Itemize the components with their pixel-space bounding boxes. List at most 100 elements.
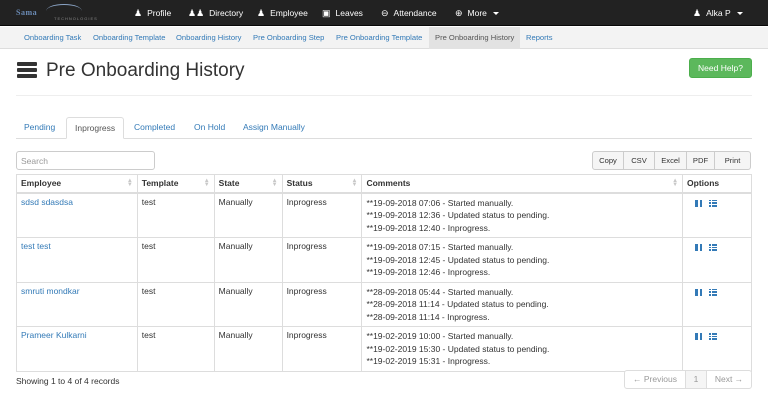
need-help-button[interactable]: Need Help? [689, 58, 752, 78]
column-header-employee[interactable]: Employee ▲ ▼ [16, 174, 138, 194]
state-cell: Manually [213, 326, 283, 372]
tabs-divider [16, 138, 752, 139]
comment-line: **28-09-2018 05:44 - Started manually. [366, 286, 514, 297]
options-cell [682, 192, 752, 238]
state-cell: Manually [213, 281, 283, 327]
page-number-button[interactable]: 1 [685, 370, 707, 389]
column-header-label: Employee [21, 178, 62, 189]
tab-assign-manually[interactable]: Assign Manually [243, 117, 305, 139]
nav-attendance[interactable]: ⊖ Attendance [381, 0, 437, 26]
top-navbar: Sama TECHNOLOGIES ♟ Profile ♟♟ Directory… [0, 0, 768, 26]
comment-line: **19-02-2019 15:31 - Inprogress. [366, 356, 491, 366]
export-button-group: Copy CSV Excel PDF Print [592, 151, 751, 170]
sort-icon: ▲ ▼ [126, 178, 133, 188]
subnav-onboarding-template[interactable]: Onboarding Template [93, 27, 165, 49]
brand-subtext: TECHNOLOGIES [54, 16, 98, 21]
records-info: Showing 1 to 4 of 4 records [16, 376, 120, 386]
subnav-pre-onboarding-template[interactable]: Pre Onboarding Template [336, 27, 422, 49]
pdf-button[interactable]: PDF [686, 151, 715, 170]
person-icon: ♟ [134, 7, 143, 18]
sub-navbar: Onboarding Task Onboarding Template Onbo… [0, 27, 768, 49]
list-icon[interactable] [709, 199, 718, 207]
comments-cell: **19-09-2018 07:15 - Started manually. *… [361, 237, 684, 283]
employee-link[interactable]: Prameer Kulkarni [21, 330, 87, 340]
column-header-state[interactable]: State ▲ ▼ [213, 174, 283, 194]
column-header-label: State [218, 178, 240, 189]
comment-line: **28-09-2018 11:14 - Inprogress. [366, 311, 490, 322]
column-header-comments[interactable]: Comments ▲ ▼ [361, 174, 684, 194]
group-icon: ♟♟ [188, 7, 205, 18]
list-icon[interactable] [709, 288, 718, 296]
previous-page-button[interactable]: ← Previous [624, 370, 686, 389]
nav-profile[interactable]: ♟ Profile [134, 0, 171, 26]
employee-cell: Prameer Kulkarni [16, 326, 138, 372]
print-button[interactable]: Print [714, 151, 751, 170]
table-header-row: Employee ▲ ▼ Template ▲ ▼ State ▲ ▼ Status ▲ ▼ C… [16, 174, 752, 194]
column-header-label: Options [687, 178, 720, 189]
nav-leaves[interactable]: ▣ Leaves [322, 0, 363, 26]
sort-icon: ▲ ▼ [271, 178, 278, 188]
employee-link[interactable]: smruti mondkar [21, 286, 80, 296]
table-row: Prameer Kulkarni test Manually Inprogres… [16, 326, 752, 372]
subnav-onboarding-history[interactable]: Onboarding History [176, 27, 241, 49]
employee-link[interactable]: sdsd sdasdsa [21, 197, 73, 207]
server-icon [17, 62, 37, 80]
comment-line: **19-09-2018 12:40 - Inprogress. [366, 222, 491, 233]
comment-line: **28-09-2018 11:14 - Updated status to p… [366, 299, 549, 309]
pause-icon[interactable] [695, 288, 703, 296]
pagination: ← Previous 1 Next → [624, 370, 752, 389]
excel-button[interactable]: Excel [654, 151, 687, 170]
brand-text: Sama [16, 8, 38, 17]
tab-completed[interactable]: Completed [134, 117, 175, 139]
template-cell: test [136, 326, 215, 372]
pause-icon[interactable] [695, 333, 703, 340]
tab-pending[interactable]: Pending [24, 117, 55, 139]
column-header-template[interactable]: Template ▲ ▼ [136, 174, 215, 194]
table-row: test test test Manually Inprogress **19-… [16, 237, 752, 283]
pause-icon[interactable] [695, 199, 703, 207]
brand-logo[interactable]: Sama TECHNOLOGIES [14, 4, 114, 22]
column-header-label: Status [286, 178, 313, 189]
comment-line: **19-09-2018 12:45 - Updated status to p… [366, 254, 550, 265]
options-cell [682, 326, 752, 372]
user-menu[interactable]: ♟ Alka P [693, 0, 743, 26]
comments-cell: **19-02-2019 10:00 - Started manually. *… [361, 326, 684, 372]
tab-inprogress[interactable]: Inprogress [66, 117, 125, 139]
options-cell [682, 281, 752, 327]
copy-button[interactable]: Copy [592, 151, 624, 170]
nav-directory[interactable]: ♟♟ Directory [188, 0, 243, 26]
nav-more[interactable]: ⊕ More [455, 0, 499, 26]
nav-employee[interactable]: ♟ Employee [257, 0, 308, 26]
employee-cell: sdsd sdasdsa [16, 192, 138, 238]
employee-link[interactable]: test test [21, 241, 51, 251]
employee-cell: smruti mondkar [16, 281, 138, 327]
comment-line: **19-02-2019 15:30 - Updated status to p… [366, 343, 550, 354]
status-cell: Inprogress [281, 237, 363, 283]
search-input[interactable] [16, 151, 155, 170]
chevron-down-icon [736, 11, 743, 15]
subnav-onboarding-task[interactable]: Onboarding Task [24, 27, 81, 49]
list-icon[interactable] [709, 333, 718, 341]
pause-icon[interactable] [695, 244, 703, 251]
options-cell [682, 237, 752, 283]
nav-profile-label: Profile [147, 7, 172, 18]
divider [16, 95, 752, 96]
csv-button[interactable]: CSV [623, 151, 655, 170]
template-cell: test [136, 281, 215, 327]
column-header-label: Comments [366, 178, 411, 189]
state-cell: Manually [213, 237, 283, 283]
next-page-button[interactable]: Next → [706, 370, 752, 389]
person-icon: ♟ [257, 7, 266, 18]
comment-line: **19-09-2018 12:36 - Updated status to p… [366, 210, 550, 220]
status-cell: Inprogress [281, 281, 363, 327]
column-header-label: Template [141, 178, 179, 189]
column-header-status[interactable]: Status ▲ ▼ [281, 174, 363, 194]
sort-icon: ▲ ▼ [672, 178, 679, 188]
tab-on-hold[interactable]: On Hold [194, 117, 225, 139]
subnav-pre-onboarding-step[interactable]: Pre Onboarding Step [253, 27, 324, 49]
subnav-pre-onboarding-history[interactable]: Pre Onboarding History [429, 27, 521, 49]
list-icon[interactable] [709, 244, 718, 252]
subnav-reports[interactable]: Reports [526, 27, 553, 49]
page-title: Pre Onboarding History [46, 60, 245, 81]
plus-circle-icon: ⊕ [455, 7, 463, 18]
